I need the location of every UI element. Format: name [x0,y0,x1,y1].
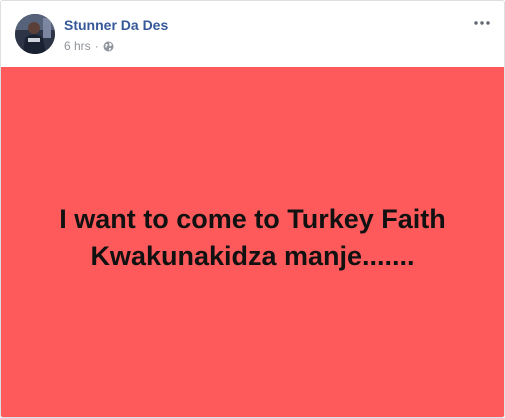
status-line: I want to come to Turkey Faith [59,204,446,234]
post-timestamp[interactable]: 6 hrs [64,39,91,53]
status-line: Kwakunakidza manje....... [90,241,415,271]
facebook-post-card: Stunner Da Des 6 hrs · I want to come to… [0,0,505,418]
post-status-text: I want to come to Turkey Faith Kwakunaki… [23,201,483,275]
globe-icon[interactable] [103,41,114,52]
more-horizontal-icon [474,21,490,25]
post-meta: 6 hrs · [64,39,114,53]
author-name-link[interactable]: Stunner Da Des [64,17,168,33]
avatar-photo [15,14,55,54]
meta-separator: · [94,39,99,53]
avatar[interactable] [15,14,55,54]
more-options-button[interactable] [472,16,492,30]
post-header: Stunner Da Des 6 hrs · [1,1,504,67]
post-status-background: I want to come to Turkey Faith Kwakunaki… [1,67,504,417]
